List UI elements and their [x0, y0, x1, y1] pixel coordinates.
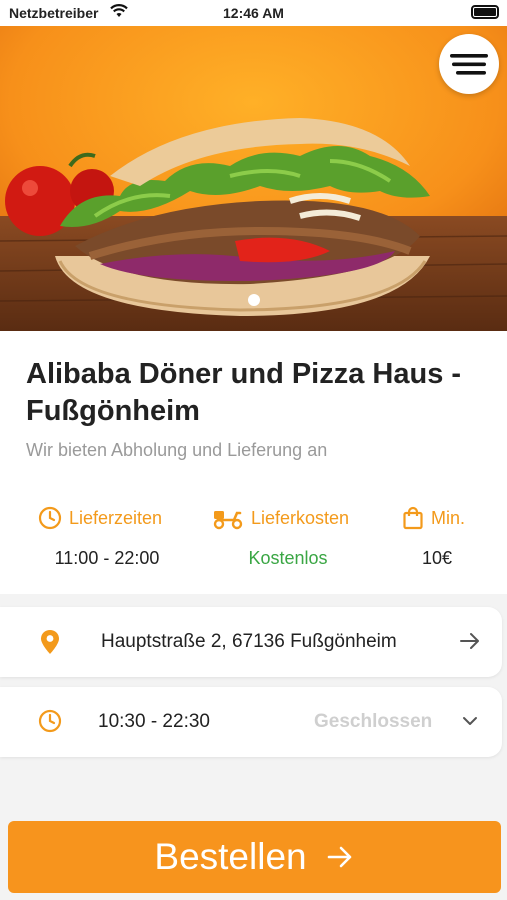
minimum-order-label: Min. — [431, 507, 466, 528]
order-button-label: Bestellen — [154, 836, 307, 877]
delivery-cost-value: Kostenlos — [248, 548, 328, 568]
hero-image[interactable] — [0, 26, 507, 331]
scooter-icon — [213, 511, 243, 530]
opening-hours-row[interactable]: 10:30 - 22:30 Geschlossen — [0, 687, 502, 757]
delivery-cost-info: Lieferkosten Kostenlos — [212, 504, 364, 569]
shopping-bag-icon — [403, 506, 423, 530]
arrow-right-icon — [460, 633, 479, 649]
menu-button[interactable] — [439, 34, 499, 94]
clock-time: 12:46 AM — [223, 5, 284, 21]
opening-hours-text: 10:30 - 22:30 — [98, 711, 210, 732]
delivery-cost-label: Lieferkosten — [251, 507, 350, 528]
minimum-order-info: Min. 10€ — [402, 504, 472, 569]
delivery-times-info: Lieferzeiten 11:00 - 22:00 — [38, 504, 176, 569]
restaurant-name: Alibaba Döner und Pizza Haus - Fußgönhei… — [26, 358, 462, 427]
delivery-times-value: 11:00 - 22:00 — [54, 548, 160, 568]
battery-icon — [471, 5, 499, 19]
opening-status: Geschlossen — [314, 711, 433, 732]
location-pin-icon — [41, 630, 59, 654]
delivery-times-label: Lieferzeiten — [69, 507, 163, 528]
chevron-down-icon[interactable] — [458, 709, 482, 733]
arrow-right-icon — [327, 846, 351, 868]
clock-icon — [38, 506, 62, 530]
doner-sandwich-image — [0, 26, 507, 331]
clock-icon — [38, 709, 62, 733]
address-row[interactable]: Hauptstraße 2, 67136 Fußgönheim — [0, 607, 502, 677]
minimum-order-value: 10€ — [421, 548, 453, 568]
order-button[interactable]: Bestellen — [8, 821, 501, 893]
restaurant-subtitle: Wir bieten Abholung und Lieferung an — [26, 440, 328, 460]
address-text: Hauptstraße 2, 67136 Fußgönheim — [101, 631, 397, 652]
hamburger-menu-icon — [450, 54, 488, 75]
status-bar: Netzbetreiber 12:46 AM — [0, 0, 507, 26]
